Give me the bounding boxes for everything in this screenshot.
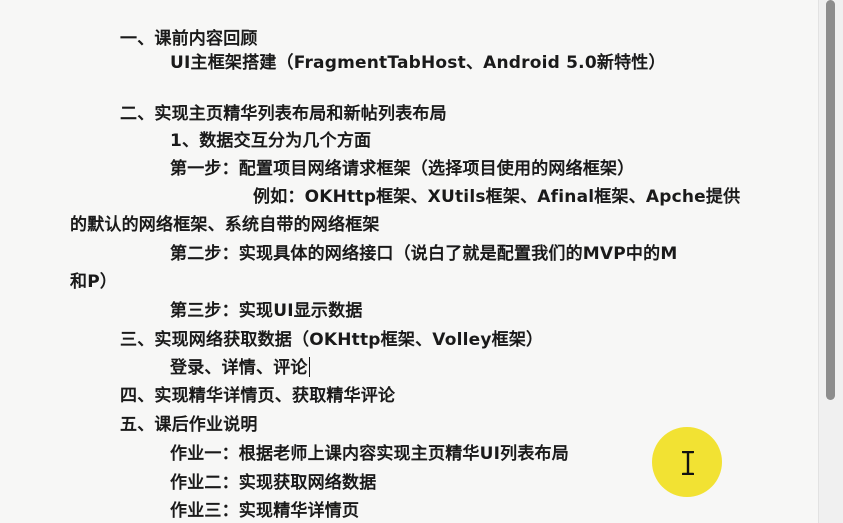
line-homework-1: 作业一：根据老师上课内容实现主页精华UI列表布局 <box>170 444 569 464</box>
line-step-3: 第三步：实现UI显示数据 <box>170 301 363 321</box>
line-section-5: 五、课后作业说明 <box>120 415 258 435</box>
line-section-2: 二、实现主页精华列表布局和新帖列表布局 <box>120 104 447 124</box>
cursor-highlight <box>652 427 722 497</box>
line-step-2-a: 第二步：实现具体的网络接口（说白了就是配置我们的MVP中的M <box>170 244 678 264</box>
line-section-3-detail: 登录、详情、评论 <box>170 358 308 378</box>
line-section-1: 一、课前内容回顾 <box>120 29 258 49</box>
vertical-scrollbar[interactable] <box>818 0 843 523</box>
line-section-1-detail: UI主框架搭建（FragmentTabHost、Android 5.0新特性） <box>170 53 666 73</box>
text-cursor-icon <box>682 451 694 475</box>
line-step-2-b: 和P） <box>70 272 118 292</box>
line-step-1-example-a: 例如：OKHttp框架、XUtils框架、Afinal框架、Apche提供 <box>253 187 741 207</box>
scrollbar-thumb[interactable] <box>826 0 835 400</box>
line-section-4: 四、实现精华详情页、获取精华评论 <box>120 386 396 406</box>
line-homework-3: 作业三：实现精华详情页 <box>170 501 360 521</box>
line-step-1-example-b: 的默认的网络框架、系统自带的网络框架 <box>70 215 380 235</box>
text-caret <box>308 357 310 377</box>
line-section-2-item-1: 1、数据交互分为几个方面 <box>170 131 372 151</box>
line-homework-2: 作业二：实现获取网络数据 <box>170 473 377 493</box>
line-step-1: 第一步：配置项目网络请求框架（选择项目使用的网络框架） <box>170 159 635 179</box>
line-section-3: 三、实现网络获取数据（OKHttp框架、Volley框架） <box>120 330 544 350</box>
line-section-3-detail-wrapper: 登录、详情、评论 <box>170 357 310 379</box>
